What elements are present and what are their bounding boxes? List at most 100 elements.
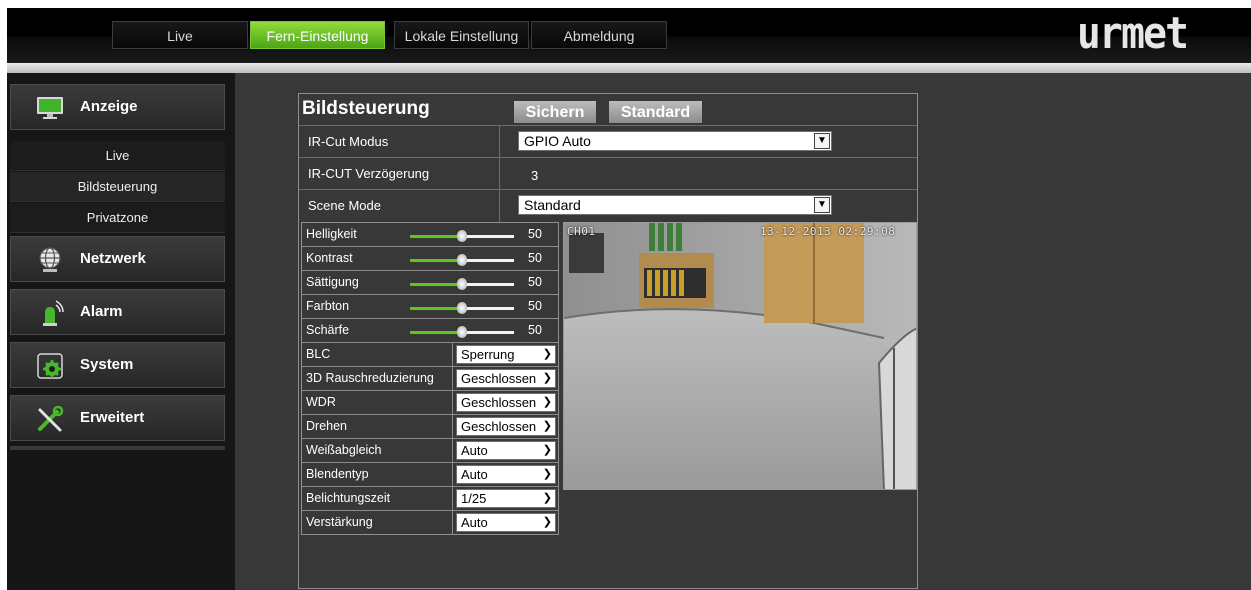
chevron-down-icon: ❯ (540, 346, 552, 363)
saturation-slider[interactable] (410, 278, 514, 290)
ir-cut-delay-value: 3 (531, 168, 539, 183)
slider-row-saettigung: Sättigung 50 (302, 271, 558, 295)
sidebar-item-live[interactable]: Live (10, 141, 225, 171)
select-label: WDR (306, 395, 336, 409)
slider-label: Kontrast (306, 251, 353, 265)
select-value: Auto (461, 515, 488, 530)
save-button[interactable]: Sichern (514, 101, 596, 123)
chevron-down-icon: ❯ (540, 394, 552, 411)
slider-handle[interactable] (457, 230, 467, 242)
slider-value: 50 (528, 323, 542, 337)
slider-label: Sättigung (306, 275, 359, 289)
top-nav-bar: Live Fern-Einstellung Lokale Einstellung… (7, 8, 1251, 63)
setting-row-scene-mode: Scene Mode Standard ▼ (299, 189, 917, 222)
select-value: GPIO Auto (524, 133, 591, 149)
tab-lokale-einstellung[interactable]: Lokale Einstellung (394, 21, 529, 49)
slider-fill (410, 331, 462, 334)
sidebar-section-label: Alarm (80, 303, 123, 320)
sidebar-section-alarm[interactable]: Alarm (10, 289, 225, 335)
video-timestamp: 13-12-2013 02:29:08 (760, 225, 896, 238)
sidebar-section-system[interactable]: System (10, 342, 225, 388)
scene-mode-select[interactable]: Standard ▼ (518, 195, 832, 215)
select-row-iris-type: Blendentyp Auto ❯ (302, 463, 558, 487)
select-row-drehen: Drehen Geschlossen ❯ (302, 415, 558, 439)
setting-row-ir-cut-mode: IR-Cut Modus GPIO Auto ▼ (299, 125, 917, 158)
rotate-select[interactable]: Geschlossen ❯ (456, 417, 556, 436)
tab-live[interactable]: Live (112, 21, 248, 49)
image-settings-grid: Helligkeit 50 Kontrast 50 Sättigung 50 F… (301, 222, 559, 535)
slider-handle[interactable] (457, 278, 467, 290)
gear-icon (37, 353, 63, 379)
brightness-slider[interactable] (410, 230, 514, 242)
select-label: Drehen (306, 419, 347, 433)
top-divider (7, 63, 1251, 73)
live-video-preview[interactable]: CH01 13-12-2013 02:29:08 (563, 222, 917, 490)
select-value: Auto (461, 467, 488, 482)
slider-label: Farbton (306, 299, 350, 313)
row-divider (452, 367, 453, 390)
slider-handle[interactable] (457, 302, 467, 314)
select-value: Standard (524, 197, 581, 213)
setting-row-ir-cut-delay: IR-CUT Verzögerung 3 (299, 157, 917, 190)
select-label: BLC (306, 347, 331, 361)
row-divider (452, 415, 453, 438)
slider-label: Schärfe (306, 323, 350, 337)
sidebar-item-privatzone[interactable]: Privatzone (10, 203, 225, 233)
select-value: Sperrung (461, 347, 515, 362)
exposure-time-select[interactable]: 1/25 ❯ (456, 489, 556, 508)
gain-select[interactable]: Auto ❯ (456, 513, 556, 532)
row-divider (499, 190, 500, 222)
row-divider (452, 511, 453, 534)
slider-fill (410, 259, 462, 262)
contrast-slider[interactable] (410, 254, 514, 266)
chevron-down-icon: ❯ (540, 442, 552, 459)
select-value: 1/25 (461, 491, 487, 506)
slider-row-farbton: Farbton 50 (302, 295, 558, 319)
video-channel-label: CH01 (567, 225, 596, 238)
slider-handle[interactable] (457, 254, 467, 266)
tab-fern-einstellung[interactable]: Fern-Einstellung (250, 21, 385, 49)
slider-handle[interactable] (457, 326, 467, 338)
wdr-select[interactable]: Geschlossen ❯ (456, 393, 556, 412)
iris-type-select[interactable]: Auto ❯ (456, 465, 556, 484)
select-row-blc: BLC Sperrung ❯ (302, 343, 558, 367)
blc-select[interactable]: Sperrung ❯ (456, 345, 556, 364)
select-value: Auto (461, 443, 488, 458)
tab-abmeldung[interactable]: Abmeldung (531, 21, 667, 49)
setting-label: IR-Cut Modus (308, 134, 389, 149)
image-control-panel: Bildsteuerung Sichern Standard IR-Cut Mo… (298, 93, 918, 589)
slider-row-helligkeit: Helligkeit 50 (302, 223, 558, 247)
globe-icon (39, 247, 61, 272)
sharpness-slider[interactable] (410, 326, 514, 338)
slider-fill (410, 307, 462, 310)
row-divider (452, 391, 453, 414)
white-balance-select[interactable]: Auto ❯ (456, 441, 556, 460)
sidebar-section-anzeige[interactable]: Anzeige (10, 84, 225, 130)
sidebar-section-erweitert[interactable]: Erweitert (10, 395, 225, 441)
monitor-icon (37, 97, 63, 119)
select-label: Weißabgleich (306, 443, 382, 457)
select-row-3d-noise: 3D Rauschreduzierung Geschlossen ❯ (302, 367, 558, 391)
app-screen: Live Fern-Einstellung Lokale Einstellung… (7, 8, 1251, 590)
main-content: Bildsteuerung Sichern Standard IR-Cut Mo… (235, 73, 1251, 590)
urmet-logo: urmet (1077, 8, 1189, 59)
select-value: Geschlossen (461, 419, 537, 434)
chevron-down-icon: ❯ (540, 490, 552, 507)
sidebar-section-label: Erweitert (80, 409, 145, 426)
default-button[interactable]: Standard (609, 101, 702, 123)
sidebar-section-label: Anzeige (80, 98, 138, 115)
chevron-down-icon: ▼ (814, 197, 830, 213)
slider-fill (410, 235, 462, 238)
select-label: 3D Rauschreduzierung (306, 371, 434, 385)
chevron-down-icon: ❯ (540, 418, 552, 435)
hue-slider[interactable] (410, 302, 514, 314)
noise-reduction-select[interactable]: Geschlossen ❯ (456, 369, 556, 388)
sidebar-section-label: Netzwerk (80, 250, 146, 267)
chevron-down-icon: ❯ (540, 514, 552, 531)
sidebar-item-bildsteuerung[interactable]: Bildsteuerung (10, 172, 225, 202)
sidebar-section-netzwerk[interactable]: Netzwerk (10, 236, 225, 282)
tools-icon (38, 405, 64, 432)
chevron-down-icon: ❯ (540, 370, 552, 387)
select-label: Belichtungszeit (306, 491, 391, 505)
ir-cut-mode-select[interactable]: GPIO Auto ▼ (518, 131, 832, 151)
